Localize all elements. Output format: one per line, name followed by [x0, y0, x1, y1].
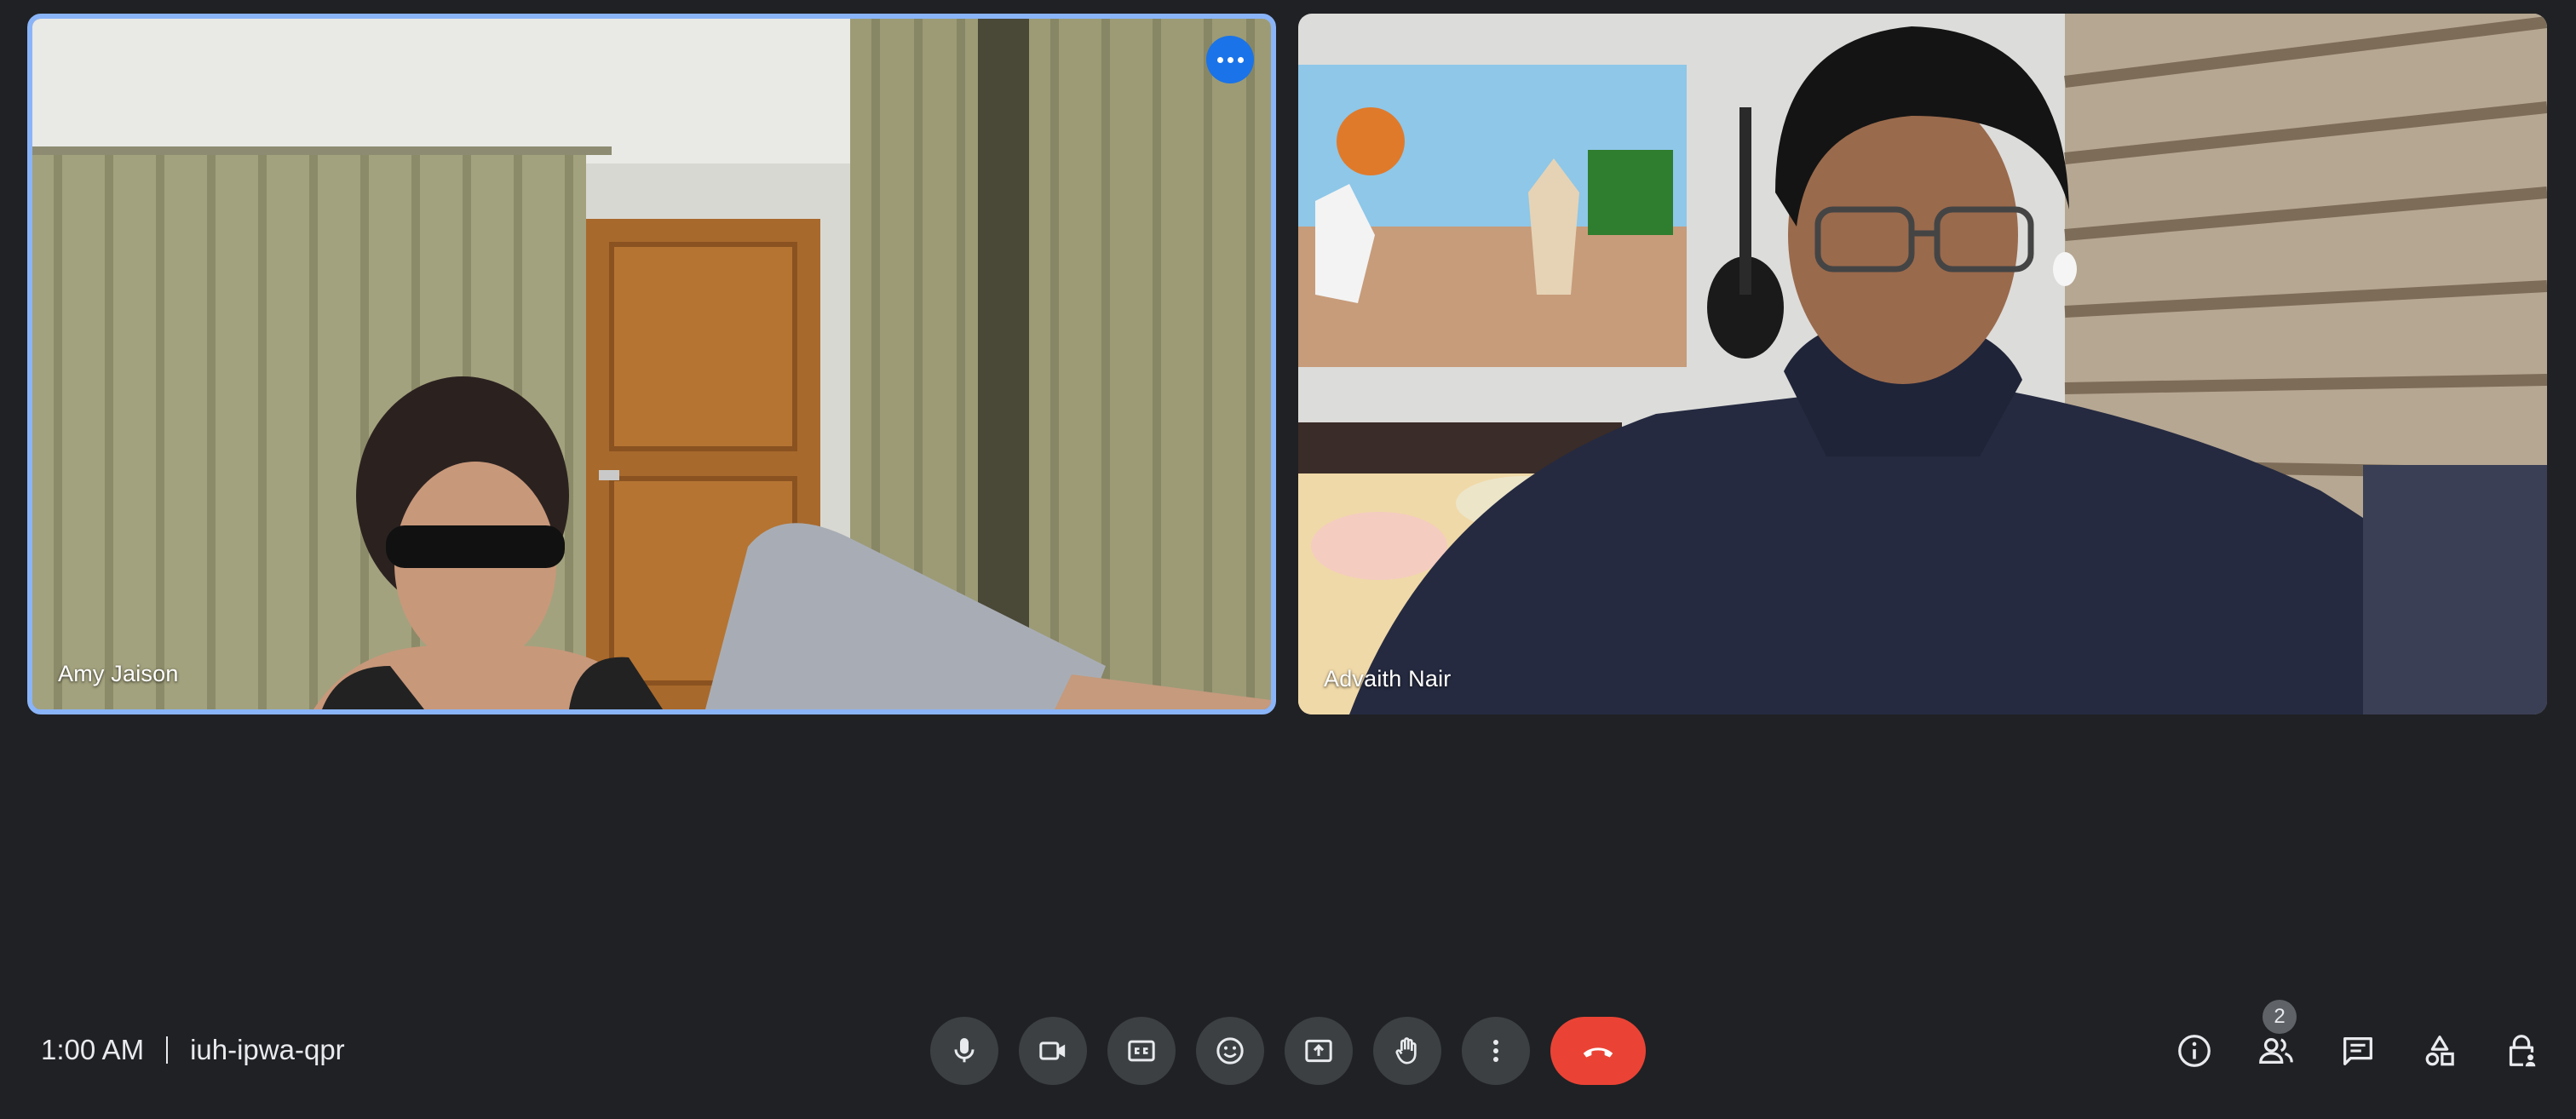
side-panel-controls: 2 — [2160, 1000, 2556, 1085]
people-button[interactable]: 2 — [2242, 1000, 2310, 1085]
info-icon — [2178, 1035, 2211, 1067]
more-options-button[interactable] — [1462, 1017, 1530, 1085]
meeting-details: 1:00 AM iuh-ipwa-qpr — [41, 1029, 345, 1071]
call-controls — [930, 1017, 1646, 1085]
chat-icon — [2343, 1036, 2372, 1065]
more-horiz-icon — [1216, 56, 1244, 63]
hand-icon — [1395, 1037, 1417, 1064]
video-feed-amy — [32, 19, 1271, 709]
emoji-icon — [1216, 1037, 1244, 1064]
captions-button[interactable] — [1107, 1017, 1176, 1085]
mic-icon — [954, 1038, 975, 1063]
raise-hand-button[interactable] — [1373, 1017, 1441, 1085]
more-vert-icon — [1493, 1040, 1498, 1062]
reactions-button[interactable] — [1196, 1017, 1264, 1085]
call-end-icon — [1583, 1047, 1613, 1058]
meeting-time: 1:00 AM — [41, 1034, 145, 1065]
lock-person-icon — [2509, 1035, 2536, 1067]
video-feed-advaith — [1298, 14, 2547, 714]
tile-more-options-button[interactable] — [1206, 36, 1254, 83]
host-controls-button[interactable] — [2487, 1017, 2556, 1085]
video-tile-advaith[interactable]: Advaith Nair — [1298, 14, 2547, 714]
people-icon — [2259, 1037, 2293, 1064]
present-button[interactable] — [1285, 1017, 1353, 1085]
present-screen-icon — [1305, 1039, 1332, 1063]
shapes-icon — [2425, 1036, 2454, 1066]
microphone-button[interactable] — [930, 1017, 998, 1085]
video-tile-amy[interactable]: Amy Jaison — [27, 14, 1276, 714]
chat-button[interactable] — [2324, 1017, 2392, 1085]
meeting-code: iuh-ipwa-qpr — [190, 1034, 345, 1065]
leave-call-button[interactable] — [1550, 1017, 1646, 1085]
participant-name: Advaith Nair — [1324, 666, 1452, 691]
people-count-badge: 2 — [2263, 1000, 2297, 1034]
divider — [166, 1036, 169, 1064]
participant-name: Amy Jaison — [58, 661, 179, 686]
activities-button[interactable] — [2406, 1017, 2474, 1085]
meeting-details-button[interactable] — [2160, 1017, 2228, 1085]
camera-button[interactable] — [1019, 1017, 1087, 1085]
closed-caption-icon — [1128, 1040, 1155, 1062]
videocam-icon — [1039, 1042, 1066, 1060]
meet-window: Amy Jaison Advaith Nair 1:00 AM iuh-ipwa… — [0, 0, 2576, 1119]
